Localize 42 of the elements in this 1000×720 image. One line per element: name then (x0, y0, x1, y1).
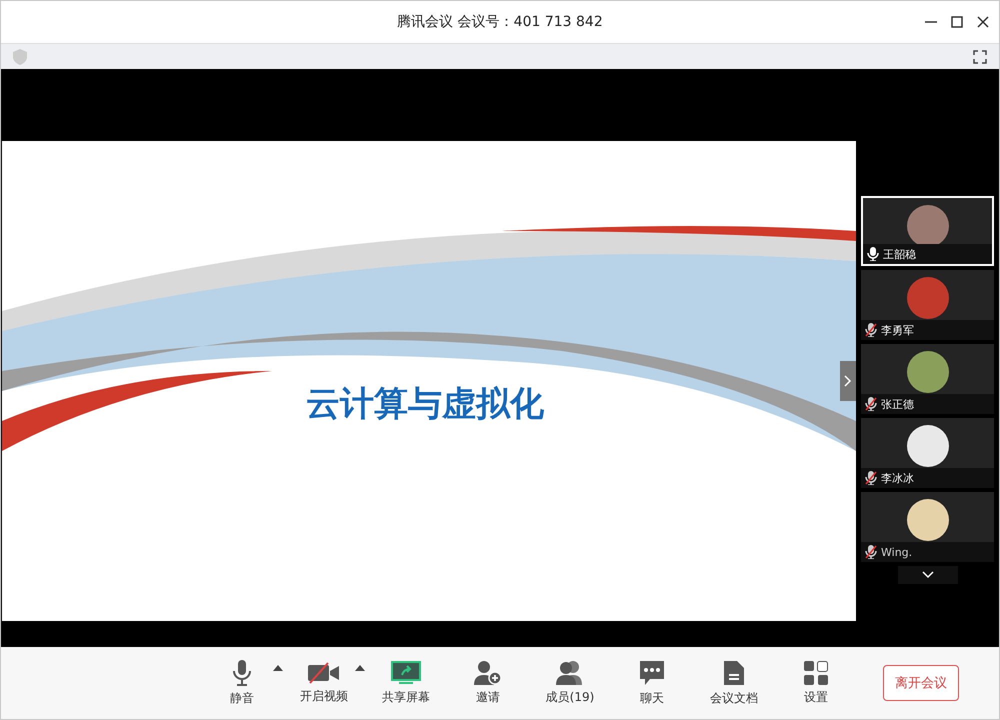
expand-panel-button[interactable] (840, 361, 856, 401)
participant-name: 李冰冰 (881, 470, 914, 486)
muted-mic-icon (865, 545, 877, 559)
toolbar-button[interactable]: 成员(19) (529, 653, 611, 713)
slide-title: 云计算与虚拟化 (306, 383, 544, 426)
participant-tile[interactable]: 王韶稳 (861, 196, 994, 266)
participant-tile[interactable]: 李冰冰 (861, 418, 994, 488)
participant-name: 李勇军 (881, 322, 914, 338)
caret-icon[interactable] (273, 665, 283, 671)
fullscreen-icon[interactable] (973, 50, 987, 64)
participant-name: Wing. (881, 546, 912, 558)
people-icon (555, 660, 585, 684)
participant-name: 王韶稳 (883, 246, 916, 262)
toolbar-button[interactable]: 设置 (775, 653, 857, 713)
add-person-icon (474, 660, 502, 684)
mic-icon (232, 660, 252, 686)
chat-icon (639, 660, 665, 686)
chevron-right-icon (844, 375, 852, 387)
participant-name: 张正德 (881, 396, 914, 412)
maximize-icon[interactable] (951, 16, 963, 28)
window-title: 腾讯会议 会议号：401 713 842 (397, 13, 603, 31)
muted-mic-icon (865, 471, 877, 485)
mic-icon (867, 247, 879, 261)
caret-icon[interactable] (355, 665, 365, 671)
participant-tile[interactable]: 李勇军 (861, 270, 994, 340)
toolbar-button[interactable]: 开启视频 (283, 653, 365, 713)
close-icon[interactable] (977, 16, 989, 28)
toolbar-button[interactable]: 共享屏幕 (365, 653, 447, 713)
grid-icon (804, 660, 828, 684)
participant-tile[interactable]: 张正德 (861, 344, 994, 414)
toolbar-button[interactable]: 静音 (201, 653, 283, 713)
toolbar-button[interactable]: 会议文档 (693, 653, 775, 713)
leave-meeting-button[interactable]: 离开会议 (883, 665, 959, 701)
scroll-down-button[interactable] (898, 566, 958, 584)
chevron-down-icon (922, 571, 934, 579)
muted-mic-icon (865, 397, 877, 411)
toolbar-button[interactable]: 邀请 (447, 653, 529, 713)
participant-tile[interactable]: Wing. (861, 492, 994, 562)
share-screen-icon (391, 660, 421, 684)
document-icon (723, 660, 745, 686)
muted-mic-icon (865, 323, 877, 337)
toolbar-button[interactable]: 聊天 (611, 653, 693, 713)
